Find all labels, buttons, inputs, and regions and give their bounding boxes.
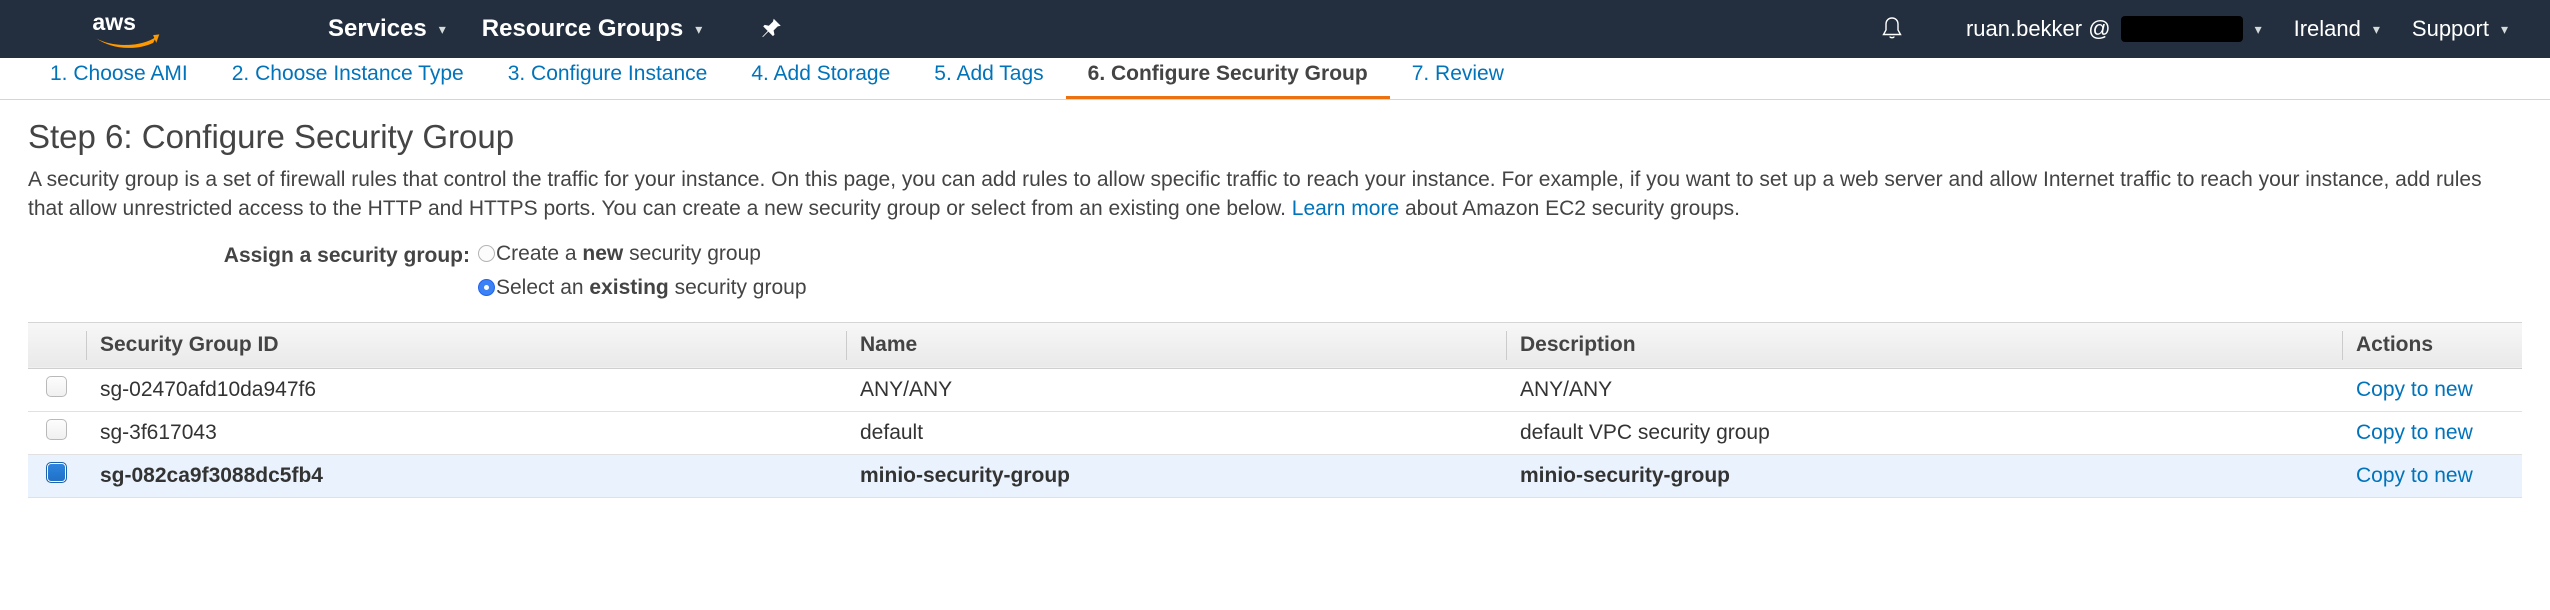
region-selector[interactable]: Ireland ▾ [2278, 16, 2396, 42]
notifications-bell-icon[interactable] [1880, 16, 1904, 42]
radio-create-new-prefix: Create a [496, 241, 583, 265]
tab-configure-security-group[interactable]: 6. Configure Security Group [1065, 62, 1390, 99]
aws-logo[interactable]: aws [88, 9, 166, 49]
cell-name: default [846, 411, 1506, 455]
copy-to-new-link[interactable]: Copy to new [2356, 464, 2473, 487]
table-header-row: Security Group ID Name Description Actio… [28, 321, 2522, 369]
cell-security-group-id: sg-3f617043 [86, 411, 846, 455]
radio-create-new-suffix: security group [623, 241, 761, 265]
column-header-name[interactable]: Name [846, 321, 1506, 369]
page-description: A security group is a set of firewall ru… [28, 166, 2522, 224]
security-groups-table-wrapper: Security Group ID Name Description Actio… [28, 321, 2522, 498]
tab-configure-instance[interactable]: 3. Configure Instance [486, 62, 730, 99]
column-header-security-group-id[interactable]: Security Group ID [86, 321, 846, 369]
tab-add-tags[interactable]: 5. Add Tags [912, 62, 1065, 99]
column-header-actions: Actions [2342, 321, 2522, 369]
cell-name: ANY/ANY [846, 368, 1506, 412]
radio-create-new-emphasis: new [582, 241, 624, 265]
nav-item-resource-groups[interactable]: Resource Groups ▾ [464, 15, 720, 43]
cell-description: ANY/ANY [1506, 368, 2342, 412]
assign-security-group-section: Assign a security group: Create a new se… [28, 242, 2522, 300]
account-id-redacted [2120, 16, 2243, 42]
tab-review[interactable]: 7. Review [1390, 62, 1526, 99]
chevron-down-icon: ▾ [2372, 20, 2380, 37]
cell-actions: Copy to new [2342, 411, 2522, 455]
svg-text:aws: aws [92, 9, 136, 35]
chevron-down-icon: ▾ [2254, 20, 2262, 37]
radio-select-existing-label: Select an existing security group [496, 276, 807, 300]
assign-security-group-label: Assign a security group: [223, 243, 470, 267]
nav-item-resource-groups-label: Resource Groups [481, 15, 684, 42]
tab-add-storage[interactable]: 4. Add Storage [729, 62, 912, 99]
radio-select-existing-security-group[interactable]: Select an existing security group [478, 276, 807, 300]
navbar-menu: Services ▾ Resource Groups ▾ [310, 15, 784, 43]
cell-description: default VPC security group [1506, 411, 2342, 455]
cell-security-group-id: sg-02470afd10da947f6 [86, 368, 846, 412]
learn-more-link[interactable]: Learn more [1292, 197, 1399, 220]
chevron-down-icon: ▾ [438, 20, 446, 37]
radio-select-existing-emphasis: existing [589, 275, 669, 299]
cell-security-group-id: sg-082ca9f3088dc5fb4 [86, 454, 846, 498]
table-body: sg-02470afd10da947f6 ANY/ANY ANY/ANY Cop… [28, 368, 2522, 498]
account-name-label: ruan.bekker @ [1965, 16, 2111, 41]
cell-name: minio-security-group [846, 454, 1506, 498]
checkbox-icon[interactable] [46, 462, 67, 484]
nav-item-services[interactable]: Services ▾ [310, 15, 464, 43]
table-row[interactable]: sg-082ca9f3088dc5fb4 minio-security-grou… [28, 454, 2522, 498]
checkbox-icon[interactable] [46, 376, 67, 398]
page-title: Step 6: Configure Security Group [28, 118, 515, 155]
assign-security-group-radio-group: Create a new security group Select an ex… [478, 242, 807, 300]
wizard-step-tabs: 1. Choose AMI 2. Choose Instance Type 3.… [0, 58, 2550, 100]
radio-create-new-label: Create a new security group [496, 242, 761, 266]
region-label: Ireland [2293, 16, 2361, 41]
checkbox-icon[interactable] [46, 419, 67, 441]
table-row[interactable]: sg-3f617043 default default VPC security… [28, 411, 2522, 455]
column-header-description[interactable]: Description [1506, 321, 2342, 369]
support-label: Support [2411, 16, 2489, 41]
copy-to-new-link[interactable]: Copy to new [2356, 421, 2473, 444]
page-content: Step 6: Configure Security Group A secur… [0, 100, 2550, 498]
radio-select-existing-icon[interactable] [478, 279, 495, 297]
cell-actions: Copy to new [2342, 454, 2522, 498]
top-navbar: aws Services ▾ Resource Groups ▾ ruan.be… [0, 0, 2550, 58]
radio-create-new-icon[interactable] [478, 245, 495, 263]
copy-to-new-link[interactable]: Copy to new [2356, 378, 2473, 401]
row-select-cell[interactable] [28, 454, 86, 498]
chevron-down-icon: ▾ [2500, 20, 2508, 37]
row-select-cell[interactable] [28, 411, 86, 455]
navbar-right: ruan.bekker @ ▾ Ireland ▾ Support ▾ [1880, 16, 2524, 42]
support-menu[interactable]: Support ▾ [2396, 16, 2524, 42]
page-description-text: A security group is a set of firewall ru… [28, 168, 2482, 220]
radio-select-existing-prefix: Select an [496, 275, 590, 299]
column-header-select [28, 321, 86, 369]
page-description-suffix: about Amazon EC2 security groups. [1405, 196, 1741, 220]
row-select-cell[interactable] [28, 368, 86, 412]
security-groups-table: Security Group ID Name Description Actio… [28, 321, 2522, 498]
cell-description: minio-security-group [1506, 454, 2342, 498]
table-row[interactable]: sg-02470afd10da947f6 ANY/ANY ANY/ANY Cop… [28, 368, 2522, 412]
pin-icon[interactable] [758, 16, 784, 42]
radio-create-new-security-group[interactable]: Create a new security group [478, 242, 807, 266]
chevron-down-icon: ▾ [695, 20, 703, 37]
table-header: Security Group ID Name Description Actio… [28, 321, 2522, 369]
tab-choose-instance-type[interactable]: 2. Choose Instance Type [210, 62, 486, 99]
nav-item-services-label: Services [328, 15, 427, 42]
radio-select-existing-suffix: security group [668, 275, 807, 299]
tab-choose-ami[interactable]: 1. Choose AMI [28, 62, 210, 99]
account-menu[interactable]: ruan.bekker @ ▾ [1950, 16, 2278, 42]
cell-actions: Copy to new [2342, 368, 2522, 412]
